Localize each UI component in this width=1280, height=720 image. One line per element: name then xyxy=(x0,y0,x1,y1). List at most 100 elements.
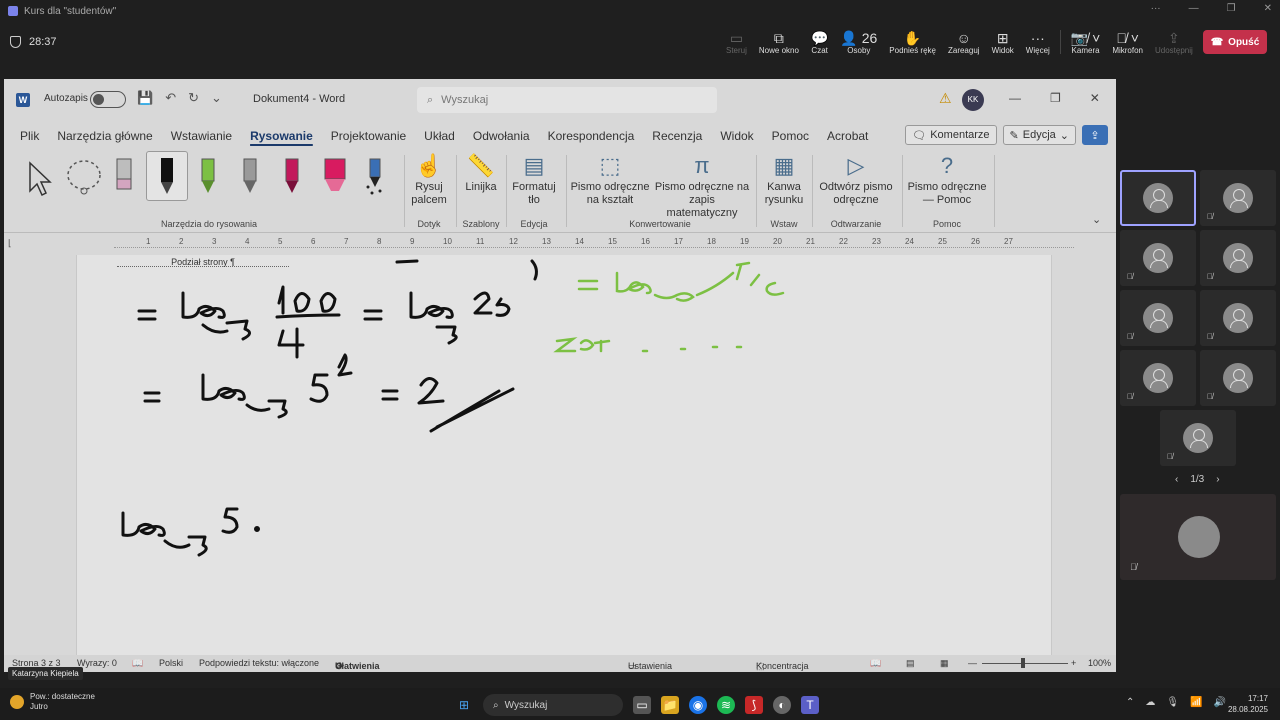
read-mode-icon[interactable]: 📖 xyxy=(870,658,881,669)
participant-tile[interactable]: 🎙̸ xyxy=(1200,170,1276,226)
participant-tile[interactable] xyxy=(1120,170,1196,226)
status-predictions[interactable]: Podpowiedzi tekstu: włączone xyxy=(199,658,319,668)
highlighter-tool[interactable] xyxy=(322,153,348,197)
acrobat-icon[interactable]: ⟆ xyxy=(745,696,763,714)
tray-overflow-icon[interactable]: ⌃ xyxy=(1126,697,1134,708)
avatar[interactable]: KK xyxy=(962,89,984,111)
proofing-icon[interactable]: 📖 xyxy=(132,658,143,669)
prev-page-icon[interactable]: ‹ xyxy=(1175,474,1178,485)
osoby-button[interactable]: 👤 26 Osoby xyxy=(834,22,883,62)
save-icon[interactable]: 💾 xyxy=(137,90,153,106)
mikrofon-button[interactable]: 🎙̸ ˅ Mikrofon xyxy=(1106,22,1149,62)
więcej-button[interactable]: ··· Więcej xyxy=(1020,22,1056,62)
pen-green-tool[interactable] xyxy=(198,153,218,197)
close-icon[interactable]: ✕ xyxy=(1264,3,1272,14)
draw-with-finger-button[interactable]: ☝ Rysuj palcem xyxy=(409,153,449,207)
participant-tile[interactable]: 🎙̸ xyxy=(1120,350,1196,406)
clock[interactable]: 17:17 28.08.2025 xyxy=(1222,693,1268,715)
app-icon[interactable]: ◐ xyxy=(773,696,791,714)
tab-odwołania[interactable]: Odwołania xyxy=(464,125,539,147)
minimize-icon[interactable]: — xyxy=(1189,3,1199,14)
ruler-button[interactable]: 📏 Linijka xyxy=(460,153,502,194)
horizontal-ruler[interactable]: ⌊ 1 2 3 4 5 6 7 8 9 10 11 12 13 14 15 16 17 18 19 20 21 22 23 2… xyxy=(4,237,1116,251)
start-icon[interactable]: ⊞ xyxy=(455,696,473,714)
ink-help-button[interactable]: ? Pismo odręczne — Pomoc xyxy=(906,153,988,207)
kamera-button[interactable]: 📷̸ ˅ Kamera xyxy=(1065,22,1107,62)
widok-button[interactable]: ⊞ Widok xyxy=(986,22,1020,62)
tab-stop-icon[interactable]: ⌊ xyxy=(8,238,12,249)
participant-tile[interactable]: 🎙̸ xyxy=(1120,290,1196,346)
participant-tile[interactable]: 🎙̸ xyxy=(1200,350,1276,406)
zoom-level[interactable]: 100% xyxy=(1088,658,1111,668)
tab-acrobat[interactable]: Acrobat xyxy=(818,125,877,147)
tab-plik[interactable]: Plik xyxy=(11,125,48,147)
undo-icon[interactable]: ↶ xyxy=(165,90,176,106)
lasso-tool[interactable] xyxy=(64,153,104,197)
select-tool[interactable] xyxy=(24,153,54,197)
more-options-icon[interactable]: ··· xyxy=(1151,3,1161,14)
zoom-out-icon[interactable]: — xyxy=(968,658,977,668)
word-search-box[interactable]: ⌕ Wyszukaj xyxy=(417,87,717,113)
tab-układ[interactable]: Układ xyxy=(415,125,464,147)
steruj-button[interactable]: ▭ Steruj xyxy=(720,22,753,62)
ink-to-shape-button[interactable]: ⬚ Pismo odręczne na kształt xyxy=(570,153,650,207)
chrome-icon[interactable]: ◉ xyxy=(689,696,707,714)
tab-recenzja[interactable]: Recenzja xyxy=(643,125,711,147)
status-language[interactable]: Polski xyxy=(159,658,183,668)
udostępnij-button[interactable]: ⇪ Udostępnij xyxy=(1149,22,1199,62)
tab-rysowanie[interactable]: Rysowanie xyxy=(241,125,322,147)
leave-button[interactable]: ☎ Opuść xyxy=(1203,30,1267,54)
zoom-in-icon[interactable]: + xyxy=(1071,658,1076,668)
share-button[interactable]: ⇪ xyxy=(1082,125,1108,145)
zoom-slider[interactable] xyxy=(982,663,1068,664)
format-background-button[interactable]: ▤ Formatuj tło xyxy=(510,153,558,207)
status-words[interactable]: Wyrazy: 0 xyxy=(77,658,117,668)
onedrive-icon[interactable]: ☁ xyxy=(1145,697,1155,708)
warning-icon[interactable]: ⚠ xyxy=(939,90,952,107)
tab-projektowanie[interactable]: Projektowanie xyxy=(322,125,415,147)
teams-taskbar-icon[interactable]: T xyxy=(801,696,819,714)
participant-tile[interactable]: 🎙̸ xyxy=(1200,290,1276,346)
pen-magenta-tool[interactable] xyxy=(282,153,302,197)
pen-gray-tool[interactable] xyxy=(240,153,260,197)
weather-widget[interactable]: Pow.: dostateczne Jutro xyxy=(10,692,95,712)
czat-button[interactable]: 💬 Czat xyxy=(805,22,834,62)
comments-button[interactable]: 🗨 Komentarze xyxy=(905,125,997,145)
word-minimize-icon[interactable]: — xyxy=(1009,91,1021,105)
effect-pen-tool[interactable] xyxy=(364,153,386,197)
nowe-okno-button[interactable]: ⧉ Nowe okno xyxy=(753,22,805,62)
document-page[interactable]: Podział strony ¶ xyxy=(76,255,1052,660)
taskbar-search[interactable]: ⌕ Wyszukaj xyxy=(483,694,623,716)
drawing-canvas-button[interactable]: ▦ Kanwa rysunku xyxy=(760,153,808,207)
restore-icon[interactable]: ❐ xyxy=(1227,3,1236,14)
ink-replay-button[interactable]: ▷ Odtwórz pismo odręczne xyxy=(816,153,896,207)
tab-korespondencja[interactable]: Korespondencja xyxy=(539,125,644,147)
word-restore-icon[interactable]: ❐ xyxy=(1050,91,1061,105)
autosave-toggle[interactable] xyxy=(90,91,126,108)
zareaguj-button[interactable]: ☺ Zareaguj xyxy=(942,22,986,62)
participant-tile[interactable]: 🎙̸ xyxy=(1200,230,1276,286)
tab-narzędzia-główne[interactable]: Narzędzia główne xyxy=(48,125,161,147)
web-layout-icon[interactable]: ▦ xyxy=(940,658,949,669)
tab-pomoc[interactable]: Pomoc xyxy=(763,125,818,147)
next-page-icon[interactable]: › xyxy=(1216,474,1219,485)
network-icon[interactable]: 📶 xyxy=(1190,697,1202,708)
word-close-icon[interactable]: ✕ xyxy=(1090,91,1100,105)
mic-tray-icon[interactable]: 🎙 xyxy=(1166,697,1179,708)
tab-widok[interactable]: Widok xyxy=(711,125,762,147)
tab-wstawianie[interactable]: Wstawianie xyxy=(162,125,241,147)
task-view-icon[interactable]: ▭ xyxy=(633,696,651,714)
eraser-tool[interactable] xyxy=(114,153,134,197)
self-video-tile[interactable]: 🎙̸ xyxy=(1120,494,1276,580)
customize-qat-icon[interactable]: ⌄ xyxy=(211,90,222,106)
zoom-slider-thumb[interactable] xyxy=(1021,658,1025,668)
collapse-ribbon-icon[interactable]: ⌄ xyxy=(1092,213,1101,226)
pen-black-tool[interactable] xyxy=(146,151,188,201)
file-explorer-icon[interactable]: 📁 xyxy=(661,696,679,714)
spotify-icon[interactable]: ≋ xyxy=(717,696,735,714)
editing-mode-button[interactable]: ✎ Edycja ⌄ xyxy=(1002,125,1076,145)
redo-icon[interactable]: ↻ xyxy=(188,90,199,106)
participant-tile[interactable]: 🎙̸ xyxy=(1160,410,1236,466)
ink-to-math-button[interactable]: π Pismo odręczne na zapis matematyczny xyxy=(654,153,750,220)
podnieś-rękę-button[interactable]: ✋ Podnieś rękę xyxy=(883,22,942,62)
